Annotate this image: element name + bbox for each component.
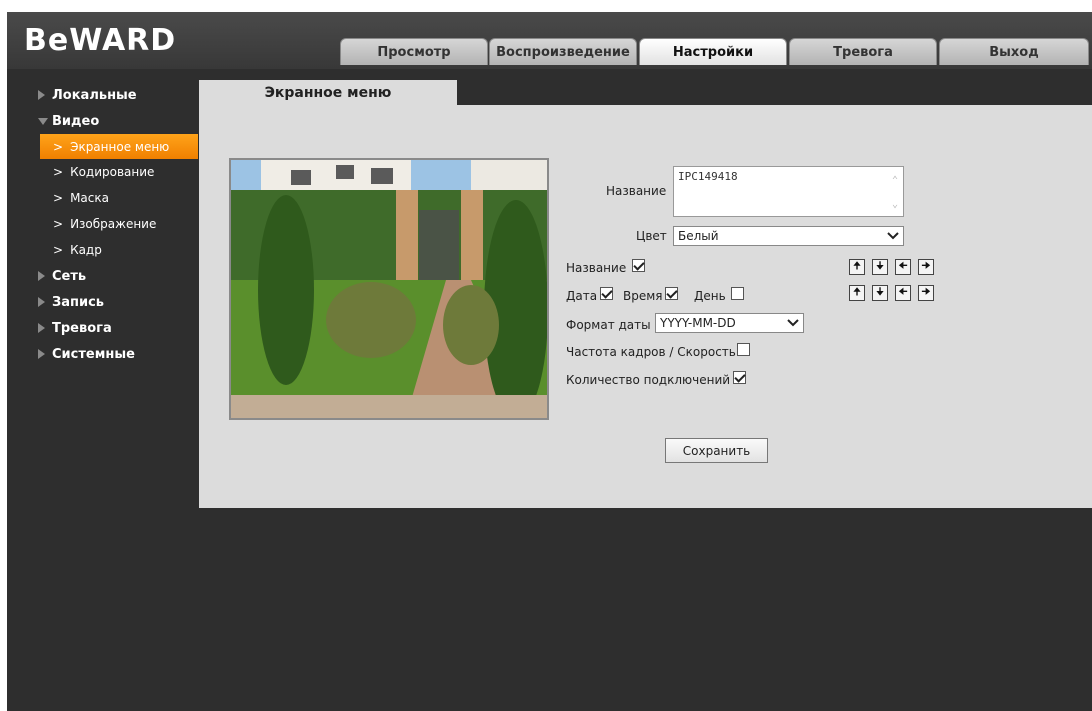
brand-logo: BeWARD — [24, 20, 194, 71]
sidebar-group-label: Видео — [52, 113, 100, 129]
sidebar-group-label: Локальные — [52, 87, 137, 103]
sidebar-item-frame[interactable]: > Кадр — [7, 237, 198, 263]
sidebar-item-label: Кадр — [70, 243, 102, 257]
sidebar-item-label: Кодирование — [70, 165, 155, 179]
show-name-checkbox[interactable] — [632, 259, 645, 272]
sidebar-item-image[interactable]: > Изображение — [7, 211, 198, 237]
date-checkbox[interactable] — [600, 287, 613, 300]
day-checkbox[interactable] — [731, 287, 744, 300]
chevron-right-icon: > — [53, 191, 64, 205]
name-textarea[interactable]: IPC149418 ⌃ ⌄ — [673, 166, 904, 217]
sidebar-group-label: Запись — [52, 294, 105, 310]
color-select-value: Белый — [678, 229, 719, 243]
svg-text:BeWARD: BeWARD — [24, 23, 176, 58]
name-textarea-value: IPC149418 — [678, 170, 738, 183]
sidebar-item-encoding[interactable]: > Кодирование — [7, 159, 198, 185]
fps-checkbox[interactable] — [737, 343, 750, 356]
sidebar-group-alarm[interactable]: Тревога — [7, 315, 198, 341]
time-checkbox[interactable] — [665, 287, 678, 300]
sidebar-item-mask[interactable]: > Маска — [7, 185, 198, 211]
sidebar-group-network[interactable]: Сеть — [7, 263, 198, 289]
camera-preview — [229, 158, 549, 420]
sidebar: Локальные Видео > Экранное меню > Кодиро… — [7, 82, 198, 367]
sidebar-item-label: Экранное меню — [70, 139, 170, 154]
name-right-arrow-icon[interactable]: 🠊 — [918, 259, 934, 275]
datetime-right-arrow-icon[interactable]: 🠊 — [918, 285, 934, 301]
chevron-right-icon: > — [53, 243, 64, 257]
day-label: День — [694, 289, 726, 303]
chevron-down-icon — [787, 319, 799, 327]
connections-checkbox[interactable] — [733, 371, 746, 384]
fps-label: Частота кадров / Скорость — [566, 345, 736, 359]
name-up-arrow-icon[interactable]: 🠉 — [849, 259, 865, 275]
textarea-scrollbar[interactable]: ⌃ ⌄ — [890, 175, 900, 210]
collapsed-triangle-icon — [38, 297, 45, 307]
name-down-arrow-icon[interactable]: 🠋 — [872, 259, 888, 275]
collapsed-triangle-icon — [38, 323, 45, 333]
sidebar-group-system[interactable]: Системные — [7, 341, 198, 367]
show-name-label: Название — [566, 261, 627, 275]
chevron-right-icon: > — [53, 165, 64, 179]
color-select[interactable]: Белый — [673, 226, 904, 246]
content-tab-osd[interactable]: Экранное меню — [199, 80, 457, 106]
tab-logout[interactable]: Выход — [939, 38, 1089, 65]
name-left-arrow-icon[interactable]: 🠈 — [895, 259, 911, 275]
date-label: Дата — [566, 289, 598, 303]
datetime-left-arrow-icon[interactable]: 🠈 — [895, 285, 911, 301]
chevron-right-icon: > — [53, 139, 64, 154]
tab-alarm[interactable]: Тревога — [789, 38, 937, 65]
sidebar-group-record[interactable]: Запись — [7, 289, 198, 315]
collapsed-triangle-icon — [38, 90, 45, 100]
top-bar: BeWARD Просмотр Воспроизведение Настройк… — [7, 12, 1092, 69]
collapsed-triangle-icon — [38, 271, 45, 281]
sidebar-group-label: Сеть — [52, 268, 87, 284]
collapsed-triangle-icon — [38, 349, 45, 359]
sidebar-group-label: Тревога — [52, 320, 112, 336]
name-field-label: Название — [606, 184, 667, 198]
sidebar-group-video[interactable]: Видео — [7, 108, 198, 134]
date-format-label: Формат даты — [566, 318, 651, 332]
tab-preview[interactable]: Просмотр — [340, 38, 488, 65]
sidebar-item-label: Маска — [70, 191, 109, 205]
app-window: BeWARD Просмотр Воспроизведение Настройк… — [7, 12, 1092, 711]
time-label: Время — [623, 289, 663, 303]
sidebar-group-label: Системные — [52, 346, 135, 362]
sidebar-group-local[interactable]: Локальные — [7, 82, 198, 108]
date-format-select[interactable]: YYYY-MM-DD — [655, 313, 804, 333]
sidebar-item-osd[interactable]: > Экранное меню — [40, 134, 198, 159]
beward-logo-icon: BeWARD — [24, 23, 176, 58]
tab-settings[interactable]: Настройки — [639, 38, 787, 65]
datetime-up-arrow-icon[interactable]: 🠉 — [849, 285, 865, 301]
datetime-down-arrow-icon[interactable]: 🠋 — [872, 285, 888, 301]
date-format-select-value: YYYY-MM-DD — [660, 316, 736, 330]
connections-label: Количество подключений — [566, 373, 731, 387]
content-panel: Название IPC149418 ⌃ ⌄ Цвет Белый Названи… — [199, 105, 1092, 508]
color-label: Цвет — [636, 229, 667, 243]
chevron-right-icon: > — [53, 217, 64, 231]
save-button[interactable]: Сохранить — [665, 438, 768, 463]
sidebar-item-label: Изображение — [70, 217, 157, 231]
tab-playback[interactable]: Воспроизведение — [489, 38, 637, 65]
expanded-triangle-icon — [38, 118, 48, 125]
camera-preview-image — [231, 160, 547, 418]
chevron-down-icon — [887, 232, 899, 240]
